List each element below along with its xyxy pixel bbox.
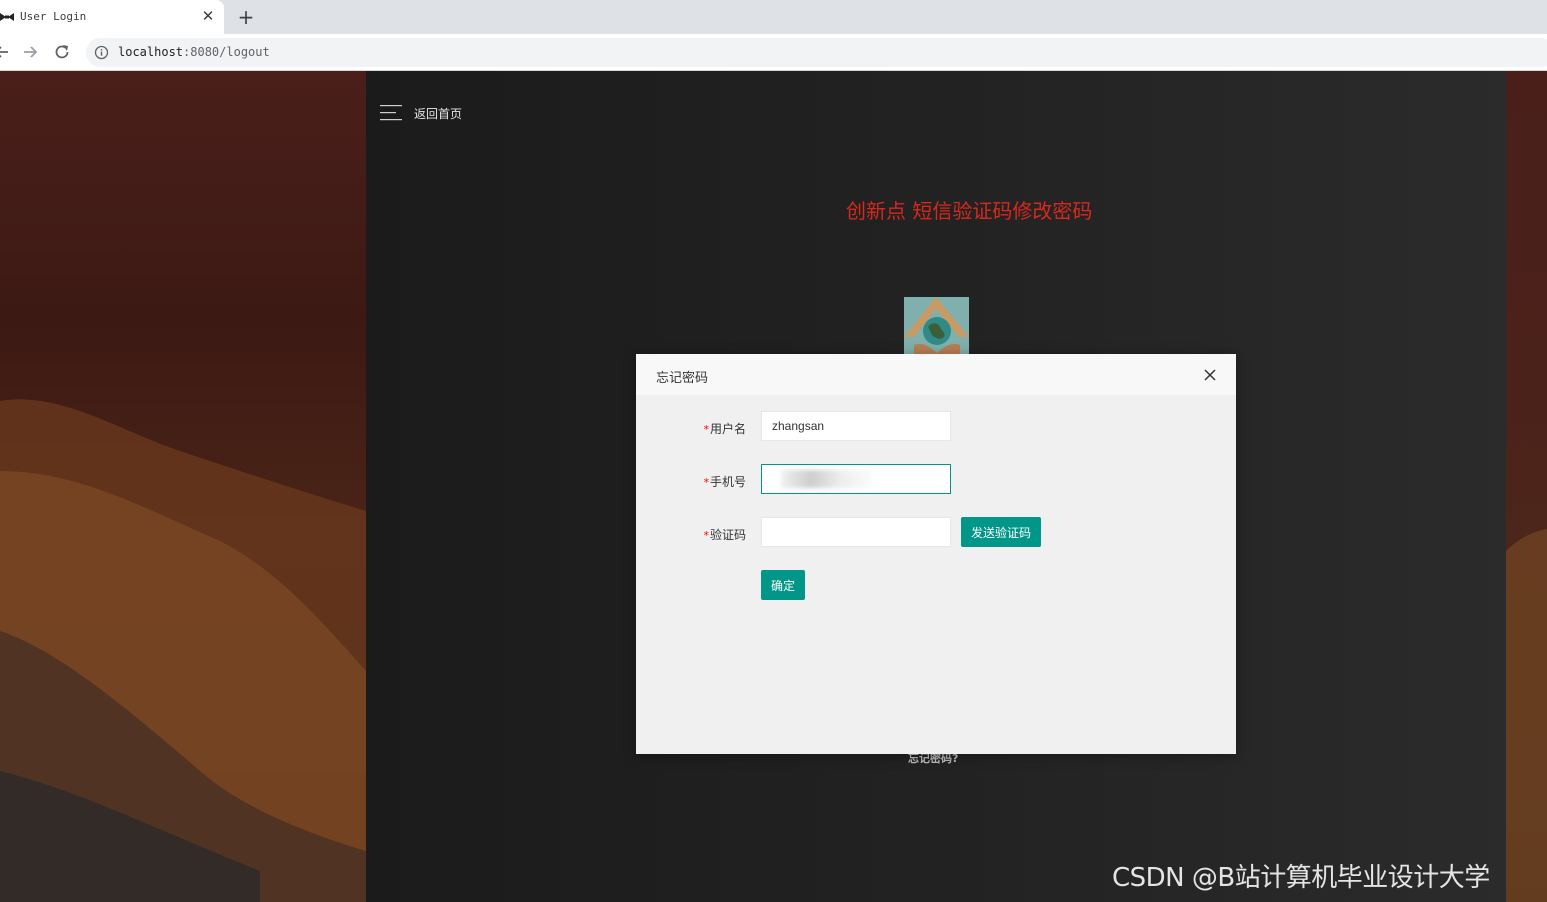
send-code-button[interactable]: 发送验证码 bbox=[961, 517, 1041, 547]
dialog-title: 忘记密码 bbox=[656, 371, 709, 386]
site-info-icon[interactable] bbox=[94, 45, 109, 60]
username-label: *用户名 bbox=[703, 422, 746, 436]
browser-tab-bar: User Login ✕ + bbox=[0, 0, 1547, 34]
verification-code-row: *验证码 发送验证码 bbox=[636, 517, 1236, 547]
address-bar[interactable]: localhost:8080/logout bbox=[86, 38, 1547, 67]
close-icon[interactable] bbox=[1202, 367, 1218, 383]
background-cliff-image-right bbox=[1506, 71, 1547, 902]
verification-code-input[interactable] bbox=[761, 517, 951, 547]
menu-icon[interactable] bbox=[380, 104, 402, 122]
redacted-phone-blur bbox=[781, 470, 871, 488]
username-input[interactable] bbox=[761, 411, 951, 441]
url-text: localhost:8080/logout bbox=[118, 45, 270, 59]
bowtie-favicon-icon bbox=[0, 13, 14, 21]
verification-code-label: *验证码 bbox=[703, 528, 746, 542]
back-home-link[interactable]: 返回首页 bbox=[414, 105, 462, 122]
tab-title: User Login bbox=[20, 10, 87, 23]
confirm-button[interactable]: 确定 bbox=[761, 570, 805, 600]
close-tab-icon[interactable]: ✕ bbox=[200, 8, 216, 24]
page-headline: 创新点 短信验证码修改密码 bbox=[846, 199, 1093, 223]
username-row: *用户名 bbox=[636, 411, 1236, 441]
back-arrow-icon[interactable] bbox=[0, 42, 12, 62]
dialog-header: 忘记密码 bbox=[636, 354, 1236, 396]
globe-hands-logo-icon bbox=[904, 297, 969, 355]
cliff-scenery bbox=[0, 399, 366, 902]
phone-row: *手机号 bbox=[636, 464, 1236, 494]
logo-avatar bbox=[904, 297, 969, 355]
reload-icon[interactable] bbox=[52, 42, 72, 62]
new-tab-button[interactable]: + bbox=[236, 6, 256, 28]
background-cliff-image-left bbox=[0, 71, 366, 902]
forgot-password-dialog: 忘记密码 *用户名 *手机号 *验证码 发送验证码 确定 bbox=[636, 354, 1236, 754]
browser-tab[interactable]: User Login ✕ bbox=[0, 0, 224, 34]
browser-toolbar: localhost:8080/logout bbox=[0, 34, 1547, 71]
forward-arrow-icon[interactable] bbox=[20, 42, 40, 62]
phone-label: *手机号 bbox=[703, 475, 746, 489]
cliff-scenery-right bbox=[1506, 529, 1547, 902]
csdn-watermark: CSDN @B站计算机毕业设计大学 bbox=[1112, 863, 1490, 893]
